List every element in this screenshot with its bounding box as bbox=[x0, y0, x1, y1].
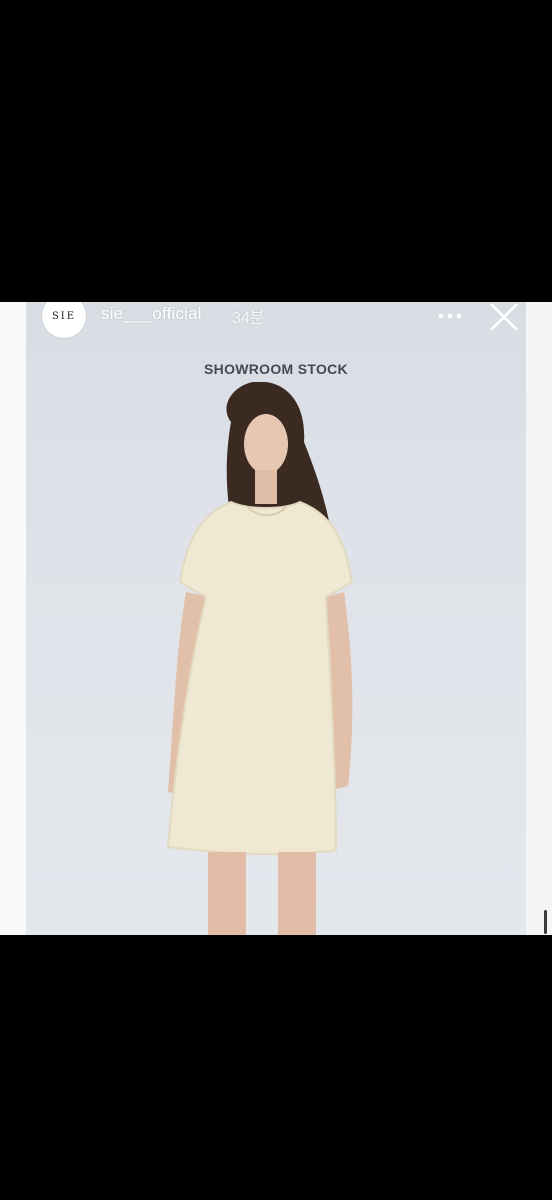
posted-time: 34분 bbox=[232, 310, 265, 327]
scroll-indicator bbox=[544, 910, 547, 934]
story-frame[interactable]: SIE sie___official 34분 SHOWROOM STOCK bbox=[0, 302, 552, 935]
account-name[interactable]: sie___official bbox=[101, 304, 202, 324]
top-letterbox bbox=[0, 0, 552, 302]
close-icon[interactable] bbox=[488, 302, 520, 333]
left-margin bbox=[0, 302, 26, 935]
dress bbox=[166, 500, 354, 856]
left-leg bbox=[208, 852, 246, 935]
avatar-logo-text: SIE bbox=[51, 310, 77, 322]
more-horizontal-icon[interactable] bbox=[436, 306, 464, 326]
right-margin bbox=[526, 302, 552, 935]
model-photo bbox=[166, 382, 354, 935]
bottom-letterbox bbox=[0, 935, 552, 1200]
story-overlay-title: SHOWROOM STOCK bbox=[204, 361, 348, 377]
face bbox=[244, 414, 288, 474]
right-leg bbox=[278, 852, 316, 935]
neck bbox=[255, 470, 277, 504]
